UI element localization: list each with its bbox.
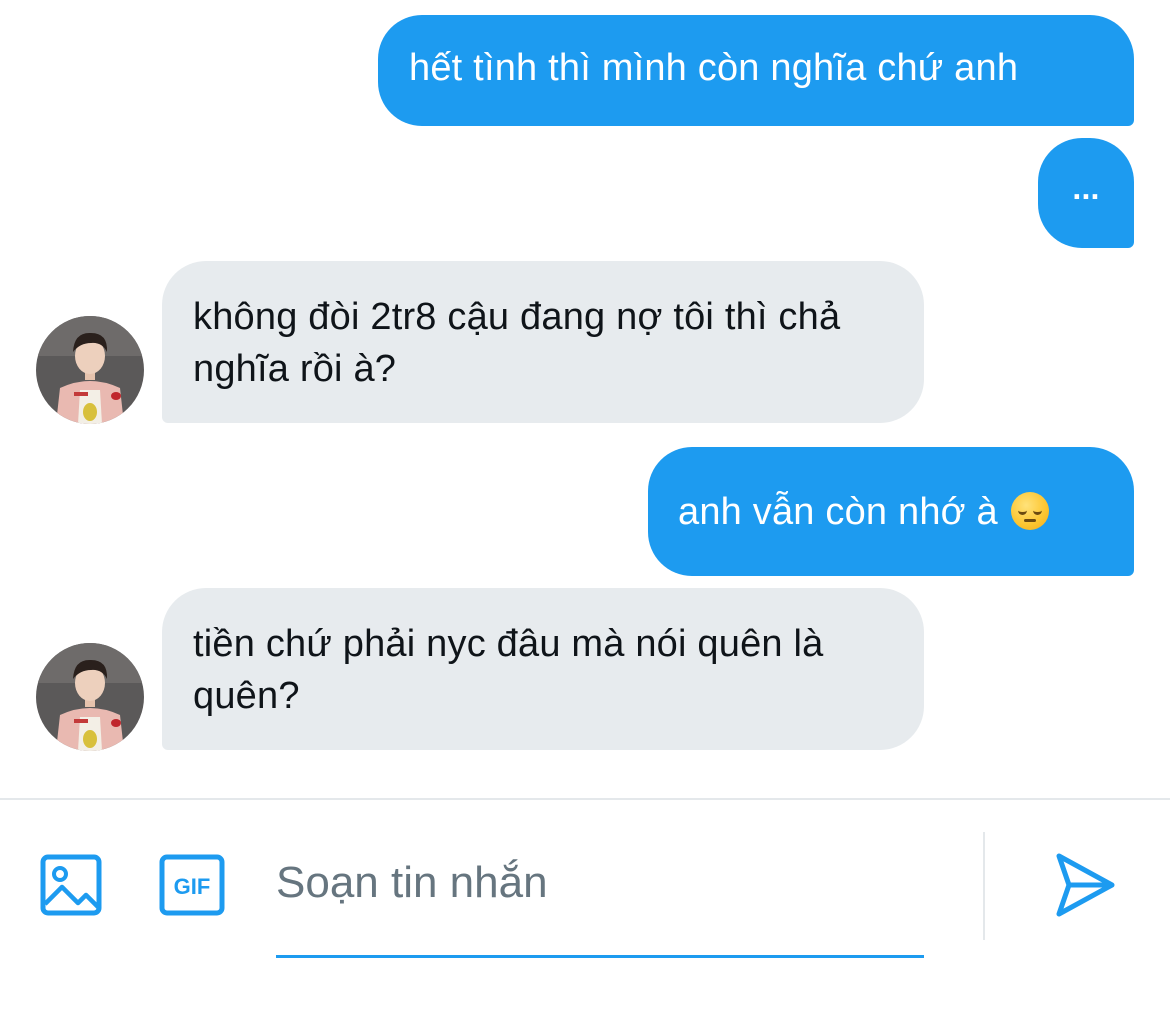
message-bubble-sent[interactable]: hết tình thì mình còn nghĩa chứ anh: [378, 15, 1134, 126]
message-bubble-sent[interactable]: ...: [1038, 138, 1134, 248]
message-text: anh vẫn còn nhớ à: [678, 491, 998, 533]
avatar[interactable]: [36, 316, 144, 424]
message-text: hết tình thì mình còn nghĩa chứ anh: [409, 47, 1019, 89]
message-input[interactable]: [276, 858, 924, 908]
send-icon[interactable]: [1054, 852, 1116, 918]
message-text: không đòi 2tr8 cậu đang nợ tôi thì chả n…: [193, 296, 841, 390]
send-divider: [983, 832, 985, 940]
message-text: tiền chứ phải nyc đâu mà nói quên là quê…: [193, 623, 824, 717]
message-bubble-received[interactable]: tiền chứ phải nyc đâu mà nói quên là quê…: [162, 588, 924, 750]
message-bubble-sent[interactable]: anh vẫn còn nhớ à: [648, 447, 1134, 576]
gif-icon[interactable]: GIF: [159, 854, 225, 916]
message-text: ...: [1072, 170, 1100, 206]
image-icon[interactable]: [40, 854, 102, 916]
composer-divider: [0, 798, 1170, 800]
pensive-face-emoji: [1010, 492, 1049, 530]
message-bubble-received[interactable]: không đòi 2tr8 cậu đang nợ tôi thì chả n…: [162, 261, 924, 423]
avatar[interactable]: [36, 643, 144, 751]
message-compose-field[interactable]: [276, 836, 924, 958]
gif-label: GIF: [174, 874, 211, 899]
